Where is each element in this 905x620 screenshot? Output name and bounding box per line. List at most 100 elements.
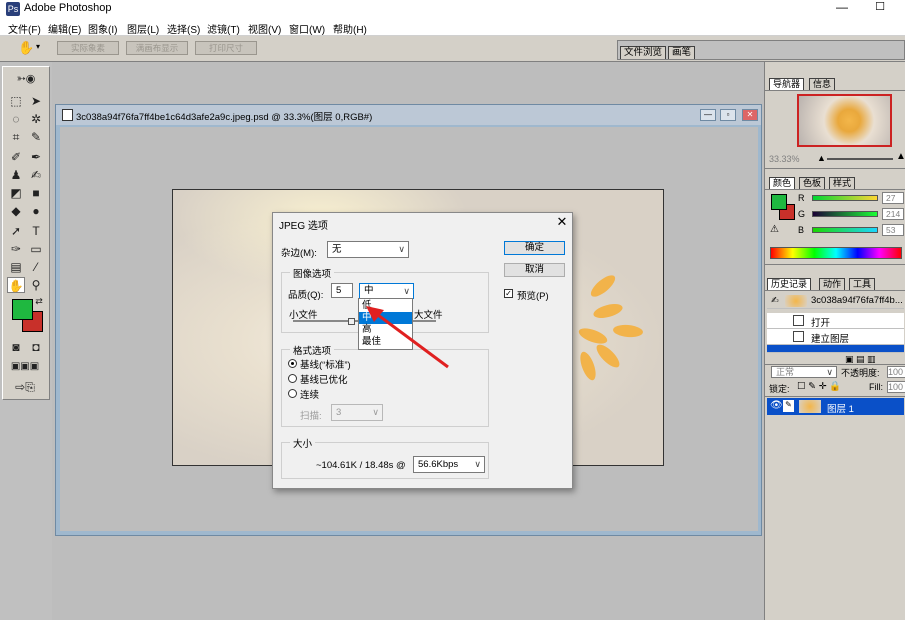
tab-styles[interactable]: 样式 bbox=[829, 177, 856, 189]
history-item-open[interactable]: 打开 bbox=[767, 313, 904, 329]
quality-input[interactable]: 5 bbox=[331, 283, 353, 298]
doc-minimize-button[interactable]: — bbox=[700, 109, 716, 121]
maximize-button[interactable]: ☐ bbox=[870, 0, 890, 16]
ok-button[interactable]: 确定 bbox=[504, 241, 565, 255]
standard-mode-icon[interactable]: ◙ bbox=[7, 339, 25, 355]
gradient-tool-icon[interactable]: ■ bbox=[27, 185, 45, 201]
layer-row[interactable]: 👁 ✎ 图层 1 bbox=[767, 398, 904, 415]
type-tool-icon[interactable]: T bbox=[27, 223, 45, 239]
hand-tool-icon[interactable]: ✋ bbox=[18, 40, 34, 56]
lock-label: 锁定: bbox=[769, 384, 790, 394]
slice-tool-icon[interactable]: ✎ bbox=[27, 129, 45, 145]
history-item-current[interactable] bbox=[767, 345, 904, 353]
lasso-tool-icon[interactable]: ◌ bbox=[7, 111, 25, 127]
matte-select[interactable]: 无 ∨ bbox=[327, 241, 409, 258]
menu-edit[interactable]: 编辑(E) bbox=[48, 21, 81, 36]
quality-slider-thumb[interactable] bbox=[348, 318, 355, 325]
eye-icon[interactable]: 👁 bbox=[770, 400, 783, 411]
document-title-bar[interactable]: 3c038a94f76fa7ff4be1c64d3afe2a9c.jpeg.ps… bbox=[56, 105, 761, 125]
menu-view[interactable]: 视图(V) bbox=[248, 21, 281, 36]
tab-info[interactable]: 信息 bbox=[809, 78, 836, 90]
color-spectrum-ramp[interactable] bbox=[770, 247, 902, 259]
zoom-in-icon[interactable]: ▲ bbox=[896, 151, 905, 162]
color-b-slider[interactable]: ⚠ B 53 bbox=[768, 224, 904, 238]
tab-color[interactable]: 颜色 bbox=[769, 177, 796, 189]
menu-help[interactable]: 帮助(H) bbox=[333, 21, 367, 36]
baseline-standard-radio[interactable] bbox=[288, 359, 297, 368]
zoom-out-icon[interactable]: ▲ bbox=[817, 153, 826, 163]
toolbox: ➳◉ ⬚ ➤ ◌ ✲ ⌗ ✎ ✐ ✒ ♟ ✍ ◩ ■ ◆ ● ➚ T ✑ ▭ ▤… bbox=[2, 66, 50, 400]
healing-brush-tool-icon[interactable]: ✐ bbox=[7, 149, 25, 165]
dodge-tool-icon[interactable]: ● bbox=[27, 203, 45, 219]
fill-input[interactable]: 100 bbox=[887, 381, 905, 393]
small-file-label: 小文件 bbox=[289, 310, 318, 321]
hand-tool-icon[interactable]: ✋ bbox=[7, 277, 25, 293]
brush-link-icon: ✎ bbox=[783, 400, 794, 412]
doc-close-button[interactable]: ✕ bbox=[742, 109, 758, 121]
navigator-thumbnail[interactable] bbox=[797, 94, 892, 147]
tab-actions[interactable]: 动作 bbox=[819, 278, 846, 290]
actual-pixels-button[interactable]: 实际象素 bbox=[57, 41, 119, 55]
screen-mode-icons[interactable]: ▣▣▣ bbox=[7, 359, 43, 375]
progressive-radio[interactable] bbox=[288, 389, 297, 398]
scans-label: 扫描: bbox=[300, 411, 322, 422]
scans-select[interactable]: 3 ∨ bbox=[331, 404, 383, 421]
zoom-tool-icon[interactable]: ⚲ bbox=[27, 277, 45, 293]
eyedropper-tool-icon[interactable]: ⁄ bbox=[27, 259, 45, 275]
format-options-title: 格式选项 bbox=[290, 343, 335, 357]
minimize-button[interactable]: — bbox=[832, 0, 852, 16]
magic-wand-tool-icon[interactable]: ✲ bbox=[27, 111, 45, 127]
blend-mode-select[interactable]: 正常 ∨ bbox=[771, 366, 837, 378]
tab-file-browser[interactable]: 文件浏览 bbox=[620, 46, 667, 59]
lock-icons[interactable]: ☐ ✎ ✛ 🔒 bbox=[797, 381, 841, 392]
eraser-tool-icon[interactable]: ◩ bbox=[7, 185, 25, 201]
notes-tool-icon[interactable]: ▤ bbox=[7, 259, 25, 275]
jump-to-imageready-icon[interactable]: ⇨⎘ bbox=[7, 379, 43, 395]
baseline-optimized-radio[interactable] bbox=[288, 374, 297, 383]
history-snapshot[interactable]: ✍ 3c038a94f76fa7ff4b... bbox=[767, 293, 904, 309]
menu-file[interactable]: 文件(F) bbox=[8, 21, 41, 36]
cancel-button[interactable]: 取消 bbox=[504, 263, 565, 277]
menu-select[interactable]: 选择(S) bbox=[167, 21, 200, 36]
foreground-color-swatch[interactable] bbox=[12, 299, 33, 320]
color-g-slider[interactable]: G 214 bbox=[768, 208, 904, 222]
preview-checkbox[interactable]: ✓ bbox=[504, 289, 513, 298]
menu-filter[interactable]: 滤镜(T) bbox=[207, 21, 240, 36]
navigator-zoom[interactable]: 33.33% bbox=[769, 154, 800, 164]
tab-tools[interactable]: 工具 bbox=[849, 278, 876, 290]
quick-mask-icon[interactable]: ◘ bbox=[27, 339, 45, 355]
brush-tool-icon[interactable]: ✒ bbox=[27, 149, 45, 165]
tool-preset-arrow-icon[interactable]: ▾ bbox=[36, 42, 40, 51]
shape-tool-icon[interactable]: ▭ bbox=[27, 241, 45, 257]
close-icon[interactable]: ✕ bbox=[554, 214, 570, 230]
quality-select[interactable]: 中 ∨ bbox=[359, 283, 414, 299]
path-selection-tool-icon[interactable]: ➚ bbox=[7, 223, 25, 239]
panel-foreground-swatch[interactable] bbox=[771, 194, 787, 210]
blur-tool-icon[interactable]: ◆ bbox=[7, 203, 25, 219]
pen-tool-icon[interactable]: ✑ bbox=[7, 241, 25, 257]
clone-stamp-tool-icon[interactable]: ♟ bbox=[7, 167, 25, 183]
tab-swatches[interactable]: 色板 bbox=[799, 177, 826, 189]
tab-history[interactable]: 历史记录 bbox=[767, 278, 812, 290]
menu-layer[interactable]: 图层(L) bbox=[127, 21, 159, 36]
baseline-standard-label: 基线(“标准”) bbox=[300, 360, 351, 371]
move-tool-icon[interactable]: ➤ bbox=[27, 93, 45, 109]
menu-image[interactable]: 图象(I) bbox=[88, 21, 117, 36]
menu-window[interactable]: 窗口(W) bbox=[289, 21, 325, 36]
zoom-slider[interactable] bbox=[827, 158, 893, 160]
color-r-slider[interactable]: R 27 bbox=[768, 192, 904, 206]
tab-navigator[interactable]: 导航器 bbox=[769, 78, 805, 90]
crop-tool-icon[interactable]: ⌗ bbox=[7, 129, 25, 145]
marquee-tool-icon[interactable]: ⬚ bbox=[7, 93, 25, 109]
history-item-new-layer[interactable]: 建立图层 bbox=[767, 329, 904, 345]
history-brush-source-icon: ✍ bbox=[771, 295, 779, 305]
download-speed-select[interactable]: 56.6Kbps ∨ bbox=[413, 456, 485, 473]
fit-screen-button[interactable]: 满画布显示 bbox=[126, 41, 188, 55]
doc-maximize-button[interactable]: ▫ bbox=[720, 109, 736, 121]
history-brush-tool-icon[interactable]: ✍ bbox=[27, 167, 45, 183]
swap-colors-icon[interactable]: ⇄ bbox=[33, 295, 45, 307]
opacity-input[interactable]: 100 bbox=[887, 366, 905, 378]
tab-brushes[interactable]: 画笔 bbox=[668, 46, 696, 59]
print-size-button[interactable]: 打印尺寸 bbox=[195, 41, 257, 55]
size-text: ~104.61K / 18.48s @ bbox=[316, 460, 406, 471]
